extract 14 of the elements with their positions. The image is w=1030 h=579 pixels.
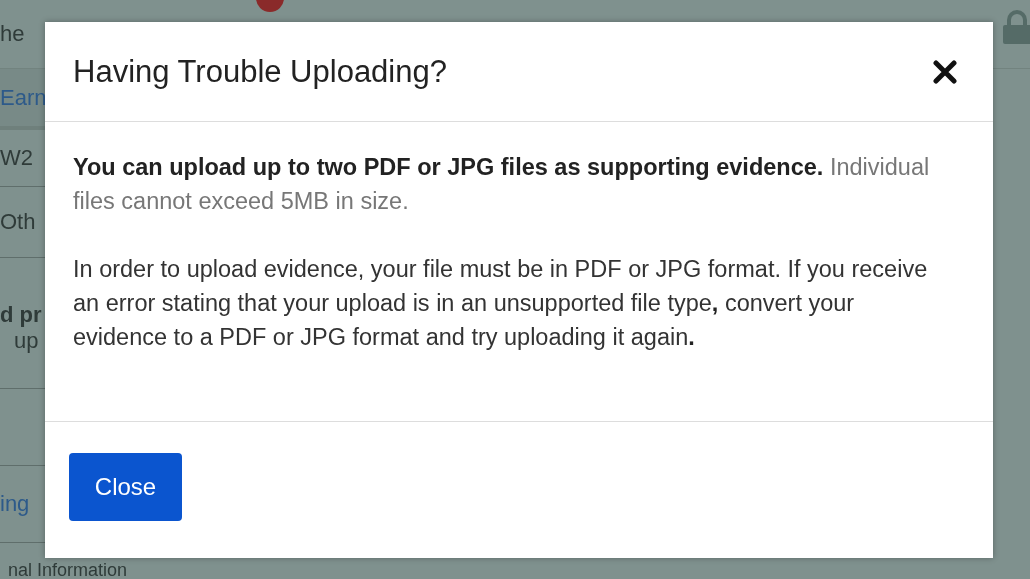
page-text-fragment: d pr [0,302,42,328]
lock-icon [1000,10,1030,44]
close-button[interactable]: Close [69,453,182,521]
page-text-fragment: up [14,328,39,354]
header-text: he [0,21,25,47]
close-icon[interactable] [933,59,957,84]
modal-paragraph: You can upload up to two PDF or JPG files as supporting evidence. Individual files cannot exceed 5MB in size. [73,153,931,216]
page-text-fragment: Earn [0,84,47,111]
modal-paragraph: In order to upload evidence, your file must be in PDF or JPG format. If you receive an error stating that your upload is in an unsupported file type, convert your evidence to a PDF or JPG format and try uploading it again. [73,255,929,352]
modal-title: Having Trouble Uploading? [73,53,447,90]
page-text-fragment: W2 [0,145,33,171]
page-text-fragment: Oth [0,209,36,235]
section-heading: nal Information [8,560,128,579]
page-text-fragment: ing [0,491,30,517]
